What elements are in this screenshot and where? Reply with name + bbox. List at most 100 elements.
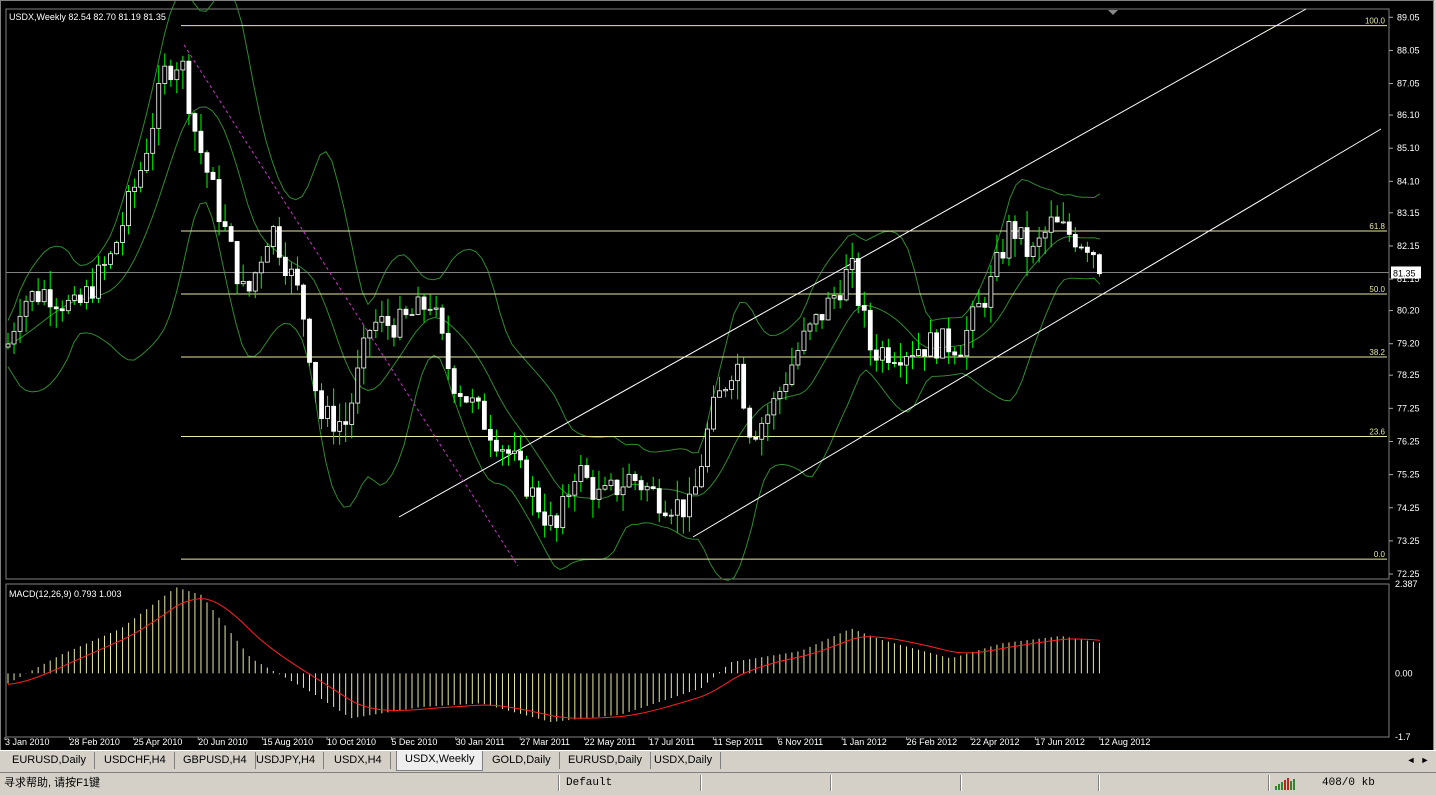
candle-body [228,226,234,242]
macd-axis-label: 2.387 [1395,579,1418,589]
price-axis-label: 80.20 [1397,306,1420,316]
date-axis-label: 1 Jan 2012 [842,737,887,747]
candle-body [741,363,747,409]
candle-body [17,315,23,332]
candle-body [554,515,560,529]
chart-tab-bar: EURUSD,Daily USDCHF,H4 GBPUSD,H4 USDJPY,H4 U… [0,750,1436,771]
candle-body [83,286,89,303]
candle-body [879,347,885,361]
candle-body [759,422,765,440]
candle-body [699,466,704,488]
candle-body [487,428,493,441]
candle-body [566,494,572,497]
candle-body [680,499,686,518]
price-axis-label: 73.25 [1397,536,1420,546]
candle-body [313,361,318,392]
candle-body [650,486,656,490]
candle-body [970,306,976,331]
candle-body [361,337,367,369]
chart-window[interactable]: 89.05 88.05 87.05 86.10 85.10 84.10 83.15 82.15… [0,0,1434,751]
candle-body [204,152,210,173]
candle-body [512,450,517,454]
candle-body [270,226,276,247]
tab-usdx-daily[interactable]: USDX,Daily [646,752,722,769]
candle-body [536,487,542,513]
fib-level-label: 38.2 [1369,348,1385,357]
date-axis-label: 17 Jun 2012 [1035,737,1085,747]
candle-body [138,170,144,188]
candle-body [904,356,909,366]
candle-body [403,308,409,316]
candle-body [946,328,952,353]
arrow-right-icon[interactable]: ► [1419,754,1431,766]
candle-body [246,280,252,292]
tab-usdjpy-h4[interactable]: USDJPY,H4 [248,752,325,769]
status-profile[interactable]: Default [566,775,612,791]
tab-usdx-h4[interactable]: USDX,H4 [326,752,391,769]
candle-body [102,263,107,266]
candle-body [928,332,933,357]
candle-body [807,323,813,332]
candle-body [867,309,873,351]
price-chart[interactable]: 89.05 88.05 87.05 86.10 85.10 84.10 83.15 82.15… [1,1,1433,750]
candle-body [873,349,879,361]
moving-average-line [7,106,1101,500]
candle-body [1084,246,1090,253]
candle-body [705,428,710,467]
candle-body [427,308,433,311]
fib-level-label: 61.8 [1369,222,1385,231]
arrow-left-icon[interactable]: ◄ [1405,754,1417,766]
status-divider [960,775,962,791]
candle-body [1018,227,1024,239]
candle-body [500,449,505,452]
candle-body [988,276,994,308]
connection-bars-icon[interactable] [1275,778,1301,790]
candle-body [825,297,831,321]
candle-body [325,405,330,419]
date-axis-label: 22 May 2011 [585,737,636,747]
candle-body [934,332,940,359]
candle-body [349,402,355,425]
tab-gold-daily[interactable]: GOLD,Daily [484,752,560,769]
date-axis-label: 22 Apr 2012 [971,737,1020,747]
date-axis-label: 10 Oct 2010 [327,737,376,747]
candle-body [1036,237,1042,247]
candle-body [108,253,113,265]
candle-body [994,252,1000,277]
candle-body [156,83,162,129]
candle-body [837,295,843,301]
tab-usdx-weekly[interactable]: USDX,Weekly [396,751,484,771]
candle-body [1060,221,1066,224]
date-axis-label: 27 Mar 2011 [520,737,570,747]
tab-eurusd-daily[interactable]: EURUSD,Daily [4,752,95,769]
candle-body [192,113,198,132]
candle-body [295,268,300,286]
price-axis-label: 74.25 [1397,503,1420,513]
tab-usdchf-h4[interactable]: USDCHF,H4 [96,752,175,769]
tab-eurusd-daily[interactable]: EURUSD,Daily [560,752,651,769]
candle-body [198,130,204,154]
tab-gbpusd-h4[interactable]: GBPUSD,H4 [175,752,256,769]
candle-body [433,307,439,310]
candle-body [319,390,324,419]
candle-body [662,512,668,517]
candle-body [632,473,638,481]
price-axis-label: 83.15 [1397,208,1420,218]
price-axis-label: 72.25 [1397,569,1420,579]
candle-body [96,264,101,299]
candle-body [457,393,463,397]
status-divider [558,775,560,791]
candle-body [53,306,59,310]
candle-body [65,299,71,312]
candle-body [1054,216,1060,223]
candle-body [445,332,451,370]
candle-body [717,390,722,398]
candle-body [916,349,921,356]
dashed-trend-line [183,44,519,567]
candle-body [855,258,861,306]
date-axis-label: 11 Sep 2011 [713,737,763,747]
bollinger-lower-band [7,202,1101,581]
price-axis-label: 76.25 [1397,436,1420,446]
price-axis-label: 88.05 [1397,45,1420,55]
status-traffic: 408/0 kb [1322,777,1375,789]
